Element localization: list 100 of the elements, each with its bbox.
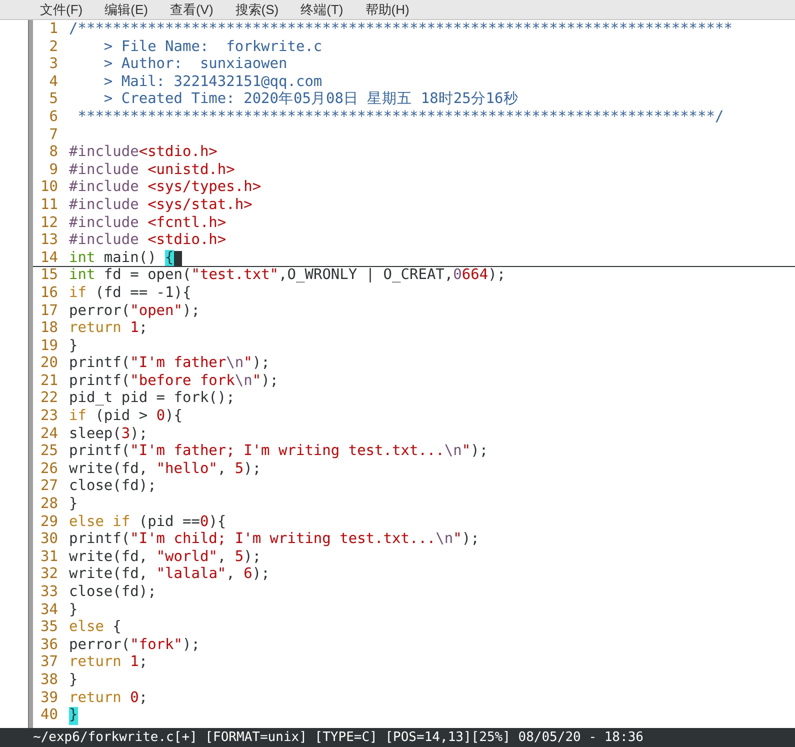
line-number: 26 xyxy=(40,460,58,478)
code-string: <stdio.h> xyxy=(138,144,218,162)
code-string: "before fork xyxy=(130,372,235,390)
code-string: "test.txt" xyxy=(191,267,279,285)
line-number: 27 xyxy=(40,478,58,496)
line-number: 17 xyxy=(40,302,58,320)
line-number: 32 xyxy=(40,566,58,584)
code-escape: \n xyxy=(226,355,244,373)
code-text: write(fd, xyxy=(69,460,149,478)
code-text: ){ xyxy=(208,514,226,532)
line-number: 36 xyxy=(40,636,58,654)
code-string: "world" xyxy=(156,548,218,566)
code-string: "fork" xyxy=(130,636,182,654)
code-keyword: else if xyxy=(69,514,130,532)
code-type: int xyxy=(69,267,96,285)
line-number: 1 xyxy=(48,21,58,39)
line-number: 30 xyxy=(40,531,58,549)
code-number: 0 xyxy=(200,514,209,532)
line-number: 6 xyxy=(48,108,58,127)
code-string: "lalala" xyxy=(156,566,226,584)
line-number: 22 xyxy=(40,390,58,408)
code-number: 1 xyxy=(130,320,139,338)
code-number: 0 xyxy=(156,408,166,426)
code-string: "hello" xyxy=(156,460,218,478)
code-text: ; xyxy=(138,690,148,708)
code-number: 3 xyxy=(121,426,130,444)
code-directive: #include xyxy=(69,196,140,215)
line-number: 10 xyxy=(40,179,58,197)
code-text: , xyxy=(226,566,236,584)
line-number: 21 xyxy=(40,372,58,390)
code-string: "I'm child; I'm writing test.txt... xyxy=(130,531,436,549)
code-text: ); xyxy=(244,460,262,478)
code-text: write(fd, xyxy=(69,566,149,584)
code-string: " xyxy=(453,531,462,549)
code-text: pid_t pid = fork(); xyxy=(69,390,235,408)
code-string: "open" xyxy=(130,302,182,320)
code-text: , xyxy=(217,548,228,566)
code-number: 5 xyxy=(234,548,244,566)
line-number: 20 xyxy=(40,355,58,373)
line-number: 12 xyxy=(40,214,58,232)
code-text: } xyxy=(69,672,78,690)
code-text: ); xyxy=(470,443,488,461)
code-keyword: return xyxy=(69,654,122,672)
code-directive: #include xyxy=(69,162,140,180)
menu-item[interactable]: 文件(F) xyxy=(40,0,83,20)
code-text: ); xyxy=(130,426,148,444)
line-number: 23 xyxy=(40,408,58,426)
code-text: ); xyxy=(252,566,270,584)
menu-item[interactable]: 查看(V) xyxy=(170,0,214,20)
status-bar: ~/exp6/forkwrite.c[+] [FORMAT=unix] [TYPE=C] [POS=14,13][25%] 08/05/20 - 18:36 xyxy=(0,728,795,747)
line-number: 8 xyxy=(48,144,58,162)
line-number: 16 xyxy=(40,284,58,302)
code-text: ); xyxy=(182,636,200,654)
line-number: 2 xyxy=(48,38,58,56)
line-number: 37 xyxy=(40,654,58,672)
code-text: perror( xyxy=(69,302,130,320)
menu-item[interactable]: 帮助(H) xyxy=(365,0,410,20)
code-string: " xyxy=(462,443,471,461)
code-number: 5 xyxy=(234,460,244,478)
line-number: 40 xyxy=(40,707,58,725)
code-string: <fcntl.h> xyxy=(148,214,226,232)
code-string: <sys/stat.h> xyxy=(148,196,252,215)
line-number: 15 xyxy=(40,267,58,285)
code-number: 0 xyxy=(453,267,462,285)
line-number: 39 xyxy=(40,690,58,708)
code-comment: > File Name: forkwrite.c xyxy=(102,38,322,56)
code-keyword: return xyxy=(69,690,122,708)
code-directive: #include xyxy=(69,232,140,250)
code-keyword: if xyxy=(69,408,86,426)
menu-item[interactable]: 编辑(E) xyxy=(104,0,148,20)
code-text: close(fd); xyxy=(69,584,156,602)
code-number: 1 xyxy=(130,654,139,672)
line-number: 24 xyxy=(40,426,58,444)
code-text: ); xyxy=(261,372,279,390)
code-keyword: if xyxy=(69,284,86,302)
line-number: 35 xyxy=(40,619,58,637)
code-text: (pid == xyxy=(138,514,200,532)
code-number: 664 xyxy=(462,267,488,285)
code-text: ){ xyxy=(165,408,183,426)
code-string: <sys/types.h> xyxy=(148,179,262,197)
code-text: (pid > xyxy=(94,408,149,426)
code-string: " xyxy=(244,355,252,373)
code-text: ); xyxy=(462,531,480,549)
line-number: 33 xyxy=(40,584,58,602)
line-number: 29 xyxy=(40,514,58,532)
line-number: 3 xyxy=(48,56,58,74)
code-text: { xyxy=(112,619,122,637)
line-number: 31 xyxy=(40,548,58,566)
code-text: perror( xyxy=(69,636,130,654)
matched-bracket: } xyxy=(69,707,78,725)
code-comment: *************************************************************************/ xyxy=(76,108,724,127)
code-text: } xyxy=(69,338,78,356)
menu-item[interactable]: 终端(T) xyxy=(300,0,344,20)
line-number: 5 xyxy=(48,91,58,109)
line-number: 14 xyxy=(40,250,58,266)
code-comment: > Author: sunxiaowen xyxy=(102,56,288,74)
code-text: } xyxy=(69,496,78,514)
code-comment: > Mail: 3221432151@qq.com xyxy=(102,74,322,91)
menu-item[interactable]: 搜索(S) xyxy=(235,0,279,20)
code-type: int xyxy=(69,250,96,266)
